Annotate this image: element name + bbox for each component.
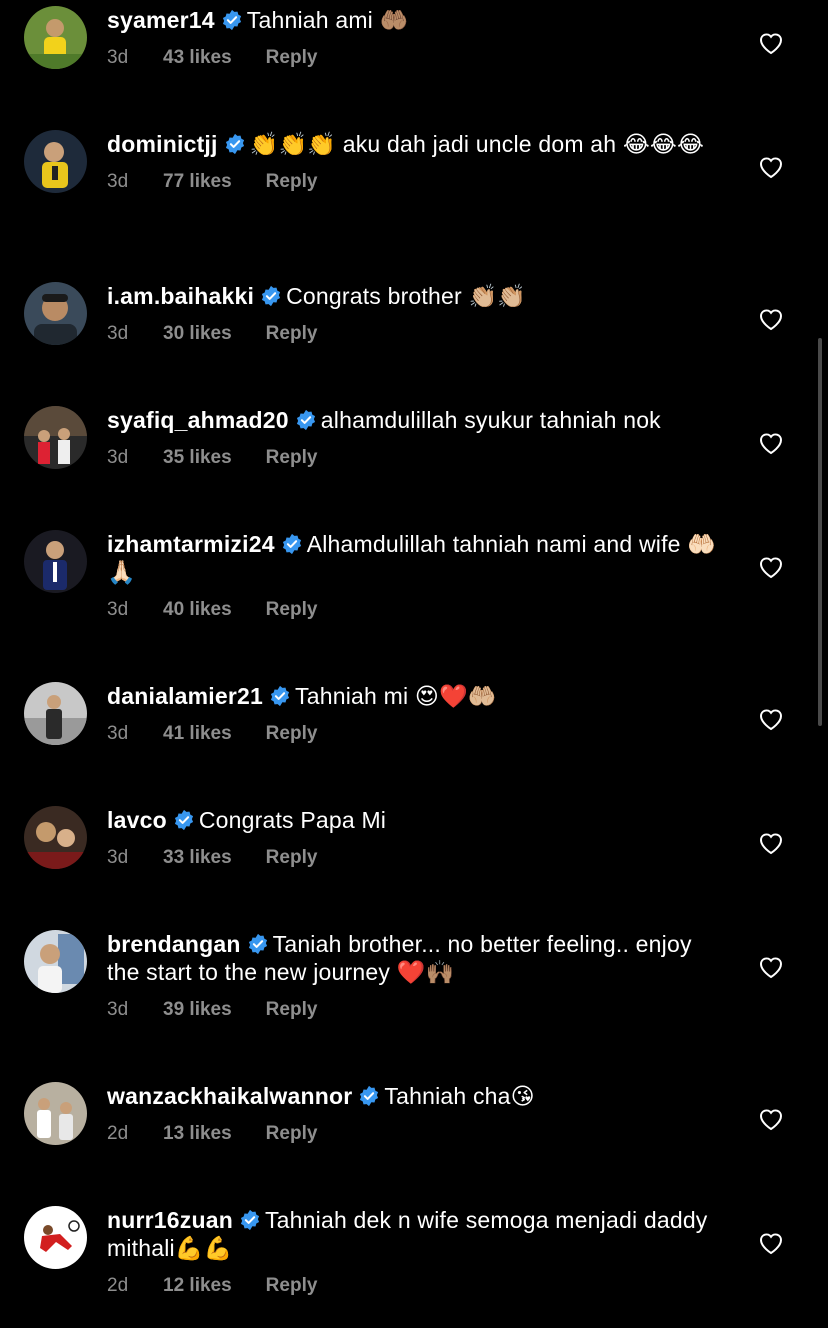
- reply-button[interactable]: Reply: [266, 46, 318, 70]
- username[interactable]: lavco: [107, 807, 167, 833]
- likes-count[interactable]: 43 likes: [163, 46, 232, 70]
- likes-count[interactable]: 41 likes: [163, 722, 232, 746]
- comment-meta: 2d 12 likes Reply: [107, 1274, 717, 1298]
- comment-meta: 2d 13 likes Reply: [107, 1122, 717, 1146]
- reply-button[interactable]: Reply: [266, 598, 318, 622]
- username[interactable]: dominictjj: [107, 131, 218, 157]
- like-heart-icon[interactable]: [758, 431, 784, 455]
- username[interactable]: nurr16zuan: [107, 1207, 233, 1233]
- reply-button[interactable]: Reply: [266, 846, 318, 870]
- comment-text: Tahniah cha😘: [384, 1083, 535, 1109]
- comment-meta: 3d 43 likes Reply: [107, 46, 717, 70]
- comment-body: wanzackhaikalwannor Tahniah cha😘 2d 13 lik…: [107, 1082, 717, 1146]
- likes-count[interactable]: 35 likes: [163, 446, 232, 470]
- username[interactable]: danialamier21: [107, 683, 263, 709]
- avatar[interactable]: [24, 282, 87, 345]
- comment-age: 3d: [107, 171, 129, 192]
- reply-button[interactable]: Reply: [266, 1122, 318, 1146]
- comment-text: 👏👏👏 aku dah jadi uncle dom ah 😂😂😂: [249, 131, 705, 157]
- avatar[interactable]: [24, 530, 87, 593]
- comment-body: i.am.baihakki Congrats brother 👏🏼👏🏼 3d 30 …: [107, 282, 717, 346]
- username[interactable]: i.am.baihakki: [107, 283, 254, 309]
- comment-meta: 3d 33 likes Reply: [107, 846, 717, 870]
- comment-age: 3d: [107, 723, 129, 744]
- username[interactable]: brendangan: [107, 931, 241, 957]
- avatar[interactable]: [24, 130, 87, 193]
- verified-badge-icon: [224, 133, 246, 155]
- comment-age: 3d: [107, 47, 129, 68]
- verified-badge-icon: [281, 533, 303, 555]
- avatar[interactable]: [24, 6, 87, 69]
- verified-badge-icon: [239, 1209, 261, 1231]
- reply-button[interactable]: Reply: [266, 1274, 318, 1298]
- likes-count[interactable]: 40 likes: [163, 598, 232, 622]
- comment-body: brendangan Taniah brother... no better fe…: [107, 930, 717, 1022]
- comment-age: 3d: [107, 599, 129, 620]
- likes-count[interactable]: 77 likes: [163, 170, 232, 194]
- reply-button[interactable]: Reply: [266, 446, 318, 470]
- reply-button[interactable]: Reply: [266, 170, 318, 194]
- like-heart-icon[interactable]: [758, 31, 784, 55]
- comment-body: nurr16zuan Tahniah dek n wife semoga menj…: [107, 1206, 717, 1298]
- comment-age: 3d: [107, 847, 129, 868]
- reply-button[interactable]: Reply: [266, 722, 318, 746]
- avatar[interactable]: [24, 1206, 87, 1269]
- comment-text: alhamdulillah syukur tahniah nok: [320, 407, 661, 433]
- username[interactable]: syamer14: [107, 7, 215, 33]
- like-heart-icon[interactable]: [758, 155, 784, 179]
- comment-meta: 3d 41 likes Reply: [107, 722, 717, 746]
- comment-body: lavco Congrats Papa Mi 3d 33 likes Reply: [107, 806, 717, 870]
- verified-badge-icon: [358, 1085, 380, 1107]
- comment-age: 2d: [107, 1123, 129, 1144]
- verified-badge-icon: [173, 809, 195, 831]
- verified-badge-icon: [260, 285, 282, 307]
- like-heart-icon[interactable]: [758, 707, 784, 731]
- comment-text: Congrats Papa Mi: [198, 807, 387, 833]
- comment-body: izhamtarmizi24 Alhamdulillah tahniah nami…: [107, 530, 717, 622]
- like-heart-icon[interactable]: [758, 1107, 784, 1131]
- verified-badge-icon: [269, 685, 291, 707]
- comments-list: syamer14 Tahniah ami 🤲🏽 3d 43 likes Reply d…: [0, 0, 828, 1328]
- comment-body: syamer14 Tahniah ami 🤲🏽 3d 43 likes Reply: [107, 6, 717, 70]
- verified-badge-icon: [295, 409, 317, 431]
- likes-count[interactable]: 30 likes: [163, 322, 232, 346]
- avatar[interactable]: [24, 930, 87, 993]
- likes-count[interactable]: 39 likes: [163, 998, 232, 1022]
- comment-age: 3d: [107, 999, 129, 1020]
- verified-badge-icon: [247, 933, 269, 955]
- like-heart-icon[interactable]: [758, 555, 784, 579]
- comment-text: Tahniah ami 🤲🏽: [246, 7, 409, 33]
- likes-count[interactable]: 33 likes: [163, 846, 232, 870]
- comment-body: syafiq_ahmad20 alhamdulillah syukur tahni…: [107, 406, 717, 470]
- avatar[interactable]: [24, 806, 87, 869]
- comment-meta: 3d 77 likes Reply: [107, 170, 717, 194]
- like-heart-icon[interactable]: [758, 955, 784, 979]
- comment-meta: 3d 35 likes Reply: [107, 446, 717, 470]
- verified-badge-icon: [221, 9, 243, 31]
- likes-count[interactable]: 13 likes: [163, 1122, 232, 1146]
- comment-body: danialamier21 Tahniah mi 😍❤️🤲🏼 3d 41 likes…: [107, 682, 717, 746]
- comment-age: 3d: [107, 323, 129, 344]
- comment-meta: 3d 39 likes Reply: [107, 998, 717, 1022]
- avatar[interactable]: [24, 682, 87, 745]
- comment-text: Congrats brother 👏🏼👏🏼: [286, 283, 527, 309]
- comment-body: dominictjj 👏👏👏 aku dah jadi uncle dom ah …: [107, 130, 717, 194]
- like-heart-icon[interactable]: [758, 831, 784, 855]
- comment-meta: 3d 30 likes Reply: [107, 322, 717, 346]
- like-heart-icon[interactable]: [758, 307, 784, 331]
- reply-button[interactable]: Reply: [266, 998, 318, 1022]
- avatar[interactable]: [24, 406, 87, 469]
- username[interactable]: syafiq_ahmad20: [107, 407, 289, 433]
- scrollbar[interactable]: [818, 338, 822, 726]
- comment-age: 3d: [107, 447, 129, 468]
- avatar[interactable]: [24, 1082, 87, 1145]
- like-heart-icon[interactable]: [758, 1231, 784, 1255]
- username[interactable]: izhamtarmizi24: [107, 531, 275, 557]
- username[interactable]: wanzackhaikalwannor: [107, 1083, 352, 1109]
- reply-button[interactable]: Reply: [266, 322, 318, 346]
- comment-text: Tahniah mi 😍❤️🤲🏼: [295, 683, 497, 709]
- comment-age: 2d: [107, 1275, 129, 1296]
- comment-meta: 3d 40 likes Reply: [107, 598, 717, 622]
- likes-count[interactable]: 12 likes: [163, 1274, 232, 1298]
